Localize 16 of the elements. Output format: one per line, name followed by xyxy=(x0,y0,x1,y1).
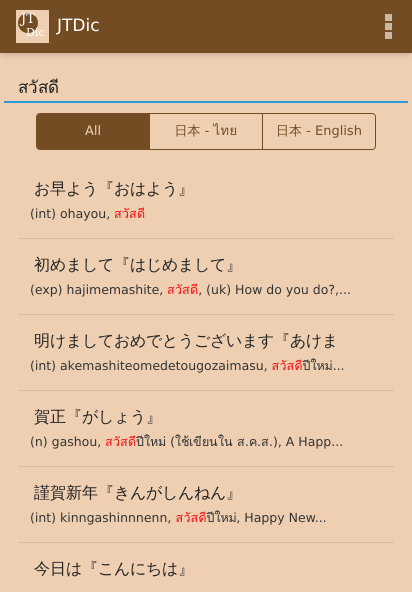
result-meaning: (int) ohayou, สวัสดี xyxy=(29,205,146,223)
search-field[interactable]: สวัสดี xyxy=(4,71,408,103)
result-headword[interactable]: 明けましておめでとうございます『あけま xyxy=(18,327,394,355)
result-headword[interactable]: 初めまして『はじめまして』 xyxy=(18,251,394,279)
result-meaning: (int) akemashiteomedetougozaimasu, สวัสดีปีใหม่... xyxy=(29,357,346,375)
result-meaning: (exp) hajimemashite, สวัสดี, (uk) How do you do?,... xyxy=(29,281,352,299)
result-headword[interactable]: 賀正『がしょう』 xyxy=(18,403,394,431)
result-headword[interactable]: お早よう『おはよう』 xyxy=(18,175,394,203)
result-headword[interactable]: 今日は『こんにちは』 xyxy=(18,555,394,583)
filter-tab[interactable]: 日本 - English xyxy=(262,114,375,149)
app-logo: JT Dic xyxy=(16,10,49,43)
result-meaning: (int) kinngashinnnenn, สวัสดีปีใหม่, Happy New... xyxy=(29,509,328,527)
result-headword[interactable]: 謹賀新年『きんがしんねん』 xyxy=(18,479,394,507)
filter-tab[interactable]: All xyxy=(37,114,149,149)
result-meaning: (n) gashou, สวัสดีปีใหม่ (ใช้เขียนใน ส.ค.ส.), A Happ... xyxy=(29,433,344,451)
app-title: JTDic xyxy=(57,14,100,38)
